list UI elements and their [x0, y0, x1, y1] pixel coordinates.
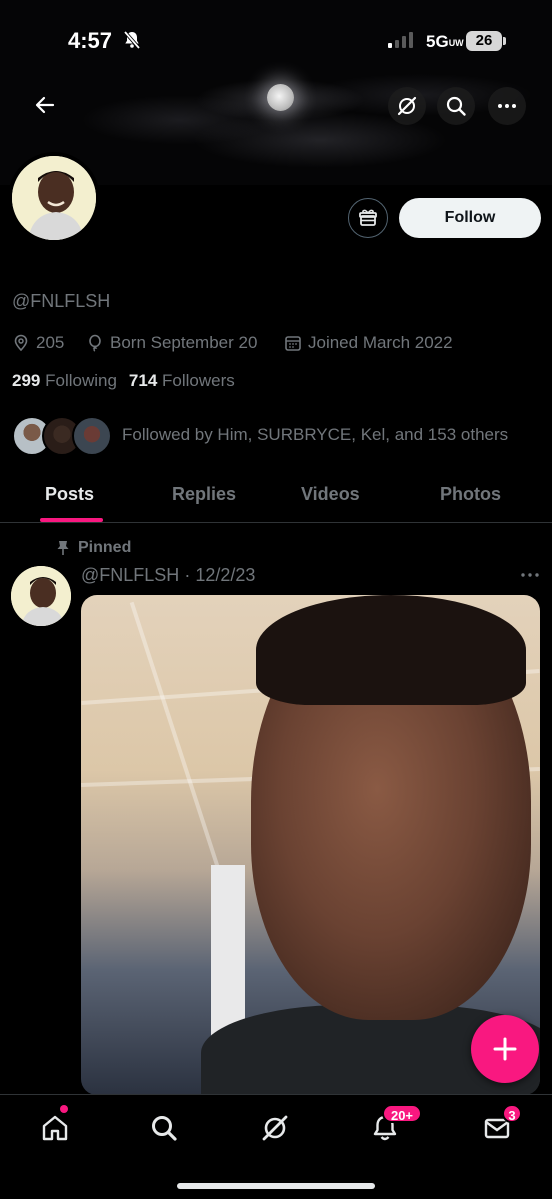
post-media-image[interactable]	[81, 595, 540, 1095]
tab-replies[interactable]: Replies	[172, 484, 236, 505]
home-indicator[interactable]	[177, 1183, 375, 1189]
nav-home[interactable]	[38, 1111, 72, 1145]
notifications-badge: 20+	[382, 1104, 422, 1123]
gift-button[interactable]	[348, 198, 388, 238]
image-ceiling-beam	[129, 601, 227, 889]
location-pin-icon	[14, 334, 28, 352]
search-button[interactable]	[437, 87, 475, 125]
profile-location: 205	[12, 333, 64, 353]
calendar-icon	[285, 336, 301, 351]
tab-posts[interactable]: Posts	[45, 484, 94, 505]
followers-link[interactable]: 714 Followers	[129, 371, 235, 390]
cell-signal-icon	[388, 32, 413, 48]
search-icon	[446, 96, 466, 116]
joined-text: Joined March 2022	[308, 333, 453, 352]
birthday-text: Born September 20	[110, 333, 258, 352]
status-time: 4:57	[68, 28, 113, 53]
arrow-left-icon	[35, 96, 55, 114]
gift-icon	[359, 209, 377, 226]
post-date[interactable]: 12/2/23	[195, 565, 255, 585]
avatar-photo	[12, 156, 96, 240]
profile-joined: Joined March 2022	[284, 333, 453, 353]
bell-off-icon	[123, 30, 141, 50]
follower-avatar	[72, 416, 112, 456]
back-button[interactable]	[26, 86, 64, 124]
post-author-avatar[interactable]	[11, 566, 71, 626]
follow-button[interactable]: Follow	[399, 198, 541, 238]
profile-handle: @FNLFLSH	[12, 291, 111, 311]
battery-indicator: 26	[466, 31, 502, 51]
search-icon	[152, 1116, 177, 1141]
followers-count: 714	[128, 371, 158, 390]
grok-icon	[262, 1115, 288, 1141]
nav-grok[interactable]	[258, 1111, 292, 1145]
following-link[interactable]: 299 Following	[12, 371, 117, 390]
post-header: @FNLFLSH · 12/2/23	[81, 565, 255, 586]
followers-label: Followers	[162, 371, 235, 390]
grok-button[interactable]	[388, 87, 426, 125]
banner-moon	[267, 84, 294, 111]
image-hair	[256, 595, 526, 705]
messages-badge: 3	[502, 1104, 522, 1123]
pinned-indicator: Pinned	[56, 539, 131, 557]
profile-avatar[interactable]	[8, 152, 100, 244]
follow-counts: 299 Following 714 Followers	[12, 371, 235, 391]
compose-button[interactable]	[471, 1015, 539, 1083]
profile-birthday: Born September 20	[86, 333, 257, 353]
post-separator: ·	[184, 565, 191, 585]
pin-icon	[57, 541, 69, 555]
home-unread-dot	[60, 1105, 68, 1113]
nav-search[interactable]	[147, 1111, 181, 1145]
pinned-label: Pinned	[78, 539, 132, 556]
following-count: 299	[12, 371, 41, 390]
battery-cap	[503, 37, 506, 45]
post-handle[interactable]: @FNLFLSH	[81, 565, 179, 585]
active-tab-indicator	[40, 518, 103, 522]
more-button[interactable]	[488, 87, 526, 125]
grok-icon	[397, 96, 417, 116]
home-icon	[42, 1115, 68, 1141]
post-more-icon[interactable]	[518, 565, 542, 585]
tab-photos[interactable]: Photos	[440, 484, 501, 505]
network-label: 5GUW	[426, 32, 464, 51]
plus-icon	[493, 1037, 517, 1061]
following-label: Following	[45, 371, 117, 390]
status-bar: 4:57 5GUW 26	[0, 0, 552, 84]
post-avatar-photo	[11, 566, 71, 626]
followed-by-text[interactable]: Followed by Him, SURBRYCE, Kel, and 153 …	[122, 425, 508, 445]
tab-videos[interactable]: Videos	[301, 484, 360, 505]
followers-you-know-avatars[interactable]	[12, 416, 112, 456]
profile-tabs: Posts Replies Videos Photos	[0, 468, 552, 523]
location-text: 205	[36, 333, 65, 352]
balloon-icon	[89, 334, 101, 352]
more-horizontal-icon	[498, 104, 516, 108]
network-suffix: UW	[448, 38, 464, 48]
